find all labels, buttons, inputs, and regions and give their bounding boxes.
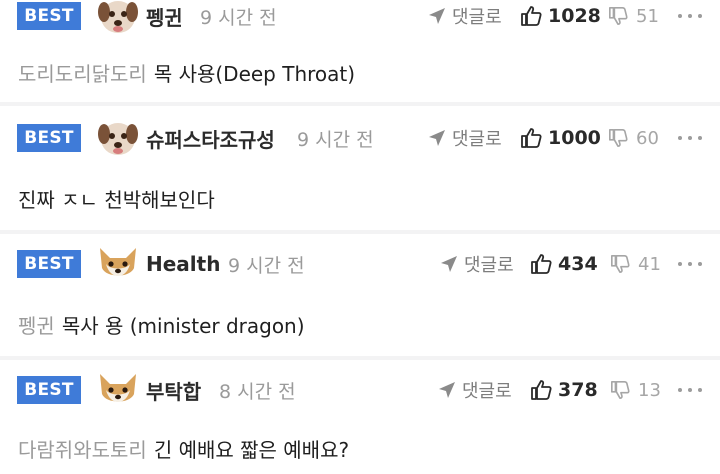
comment-card: BEST 슈퍼스타조규성 9 시간 전 댓글로 1000 60 진짜 ㅈㄴ 천박… bbox=[0, 106, 720, 230]
mention-label[interactable]: 도리도리닭도리 bbox=[18, 58, 147, 87]
dislike-button[interactable]: 51 bbox=[608, 6, 659, 27]
reply-button[interactable]: 댓글로 bbox=[438, 377, 512, 403]
comment-header: BEST Health 9 시간 전 댓글로 434 41 bbox=[0, 240, 720, 288]
dislike-button[interactable]: 60 bbox=[608, 128, 659, 149]
comment-header: BEST 부탁합 8 시간 전 댓글로 378 13 bbox=[0, 366, 720, 414]
reply-label: 댓글로 bbox=[462, 381, 512, 402]
shiba-avatar-icon[interactable] bbox=[96, 370, 140, 410]
comment-body: 진짜 ㅈㄴ 천박해보인다 bbox=[18, 184, 215, 213]
like-count: 1000 bbox=[548, 127, 601, 149]
like-button[interactable]: 1028 bbox=[520, 5, 601, 27]
dislike-button[interactable]: 41 bbox=[610, 254, 661, 275]
thumbs-up-icon bbox=[531, 380, 552, 400]
dog-avatar-icon[interactable] bbox=[96, 0, 140, 36]
reply-arrow-icon bbox=[441, 256, 457, 272]
reply-button[interactable]: 댓글로 bbox=[440, 251, 514, 277]
comment-text: 긴 예배요 짧은 예배요? bbox=[153, 438, 350, 462]
shiba-avatar-icon[interactable] bbox=[96, 244, 140, 284]
like-button[interactable]: 434 bbox=[530, 253, 598, 275]
author-nickname[interactable]: 슈퍼스타조규성 bbox=[146, 124, 275, 153]
reply-button[interactable]: 댓글로 bbox=[428, 125, 502, 151]
comment-text: 진짜 ㅈㄴ 천박해보인다 bbox=[18, 188, 215, 212]
author-nickname[interactable]: 부탁합 bbox=[146, 376, 201, 405]
comment-time: 9 시간 전 bbox=[297, 128, 374, 151]
comment-body: 도리도리닭도리 목 사용(Deep Throat) bbox=[18, 58, 355, 87]
thumbs-up-icon bbox=[521, 6, 542, 26]
dislike-count: 13 bbox=[638, 379, 661, 401]
comment-card: BEST Health 9 시간 전 댓글로 434 41 펭귄 목사 용 (m… bbox=[0, 234, 720, 356]
thumbs-down-icon bbox=[609, 129, 628, 147]
thumbs-down-icon bbox=[609, 7, 628, 25]
comment-text: 목사 용 (minister dragon) bbox=[61, 314, 305, 338]
like-button[interactable]: 378 bbox=[530, 379, 598, 401]
reply-label: 댓글로 bbox=[464, 255, 514, 276]
comment-card: BEST 펭귄 9 시간 전 댓글로 1028 51 도리도리닭도리 목 사용(… bbox=[0, 0, 720, 102]
dislike-count: 41 bbox=[638, 253, 661, 275]
dislike-count: 60 bbox=[636, 127, 659, 149]
thumbs-up-icon bbox=[521, 128, 542, 148]
reply-label: 댓글로 bbox=[452, 129, 502, 150]
best-badge: BEST bbox=[17, 124, 81, 152]
best-badge: BEST bbox=[17, 250, 81, 278]
like-count: 434 bbox=[558, 253, 598, 275]
comment-time: 9 시간 전 bbox=[228, 254, 305, 277]
comment-body: 다람쥐와도토리 긴 예배요 짧은 예배요? bbox=[18, 434, 349, 463]
author-nickname[interactable]: Health bbox=[146, 252, 220, 276]
comment-body: 펭귄 목사 용 (minister dragon) bbox=[18, 310, 305, 339]
best-badge: BEST bbox=[17, 2, 81, 30]
dog-avatar-icon[interactable] bbox=[96, 118, 140, 158]
best-badge: BEST bbox=[17, 376, 81, 404]
reply-arrow-icon bbox=[429, 130, 445, 146]
thumbs-down-icon bbox=[611, 255, 630, 273]
comment-text: 목 사용(Deep Throat) bbox=[153, 62, 356, 86]
like-button[interactable]: 1000 bbox=[520, 127, 601, 149]
comment-header: BEST 펭귄 9 시간 전 댓글로 1028 51 bbox=[0, 0, 720, 40]
thumbs-down-icon bbox=[611, 381, 630, 399]
more-options-icon[interactable] bbox=[678, 133, 702, 143]
dislike-count: 51 bbox=[636, 5, 659, 27]
reply-button[interactable]: 댓글로 bbox=[428, 3, 502, 29]
dislike-button[interactable]: 13 bbox=[610, 380, 661, 401]
comment-time: 8 시간 전 bbox=[219, 380, 296, 403]
more-options-icon[interactable] bbox=[678, 259, 702, 269]
comment-card: BEST 부탁합 8 시간 전 댓글로 378 13 다람쥐와도토리 긴 예배요… bbox=[0, 360, 720, 474]
more-options-icon[interactable] bbox=[678, 385, 702, 395]
like-count: 378 bbox=[558, 379, 598, 401]
comment-time: 9 시간 전 bbox=[200, 6, 277, 29]
thumbs-up-icon bbox=[531, 254, 552, 274]
author-nickname[interactable]: 펭귄 bbox=[146, 2, 183, 31]
reply-arrow-icon bbox=[439, 382, 455, 398]
like-count: 1028 bbox=[548, 5, 601, 27]
mention-label[interactable]: 펭귄 bbox=[18, 310, 55, 339]
comment-header: BEST 슈퍼스타조규성 9 시간 전 댓글로 1000 60 bbox=[0, 114, 720, 162]
reply-label: 댓글로 bbox=[452, 7, 502, 28]
reply-arrow-icon bbox=[429, 8, 445, 24]
mention-label[interactable]: 다람쥐와도토리 bbox=[18, 434, 147, 463]
more-options-icon[interactable] bbox=[678, 11, 702, 21]
